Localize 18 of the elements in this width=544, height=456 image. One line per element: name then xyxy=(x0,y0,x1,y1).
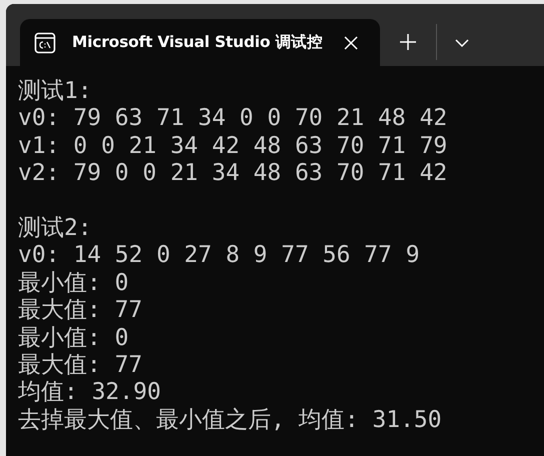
tab-title: Microsoft Visual Studio 调试控 xyxy=(72,32,323,53)
console-line: v1: 0 0 21 34 42 48 63 70 71 79 xyxy=(18,132,448,160)
close-icon[interactable] xyxy=(344,36,358,50)
console-line: 最大值: 77 xyxy=(18,352,142,380)
console-line: 均值: 32.90 xyxy=(18,379,161,407)
console-line: 最大值: 77 xyxy=(18,297,142,325)
console-line: 去掉最大值、最小值之后, 均值: 31.50 xyxy=(18,406,442,434)
dropdown-icon[interactable] xyxy=(455,39,469,47)
console-line: v0: 14 52 0 27 8 9 77 56 77 9 xyxy=(18,242,420,270)
console-line: 测试2: xyxy=(18,215,92,242)
console-icon xyxy=(34,32,56,54)
console-line: 测试1: xyxy=(18,78,92,106)
console-line: 最小值: 0 xyxy=(18,324,129,352)
terminal-tab[interactable]: Microsoft Visual Studio 调试控 xyxy=(20,19,380,66)
console-line: v0: 79 63 71 34 0 0 70 21 48 42 xyxy=(18,105,448,133)
console-line: v2: 79 0 0 21 34 48 63 70 71 42 xyxy=(18,160,448,188)
console-line: 最小值: 0 xyxy=(18,270,129,298)
new-tab-icon[interactable] xyxy=(400,34,416,50)
